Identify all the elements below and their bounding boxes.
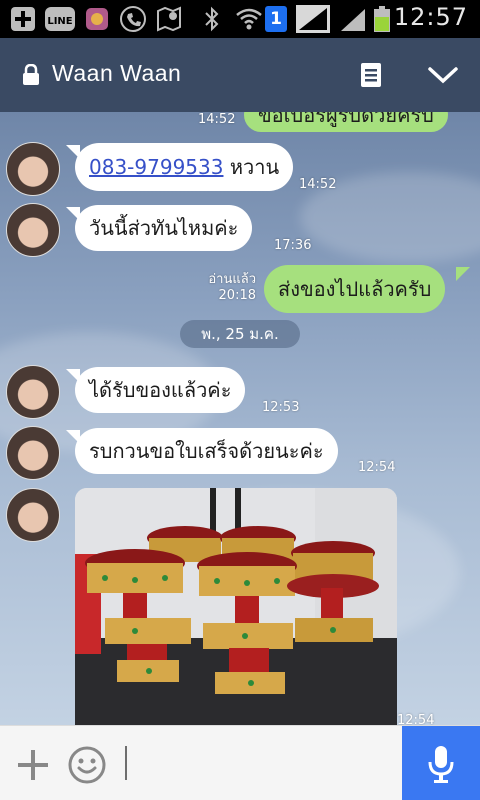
chevron-down-icon[interactable] xyxy=(426,58,460,92)
phone-icon xyxy=(118,4,148,34)
maps-icon xyxy=(154,4,184,34)
status-bar: LINE 1 12:57 xyxy=(0,0,480,38)
chat-header: Waan Waan xyxy=(0,38,480,112)
message-text: ส่งของไปแล้วครับ xyxy=(278,277,432,301)
app-icon xyxy=(84,4,110,34)
plus-icon[interactable] xyxy=(14,746,52,784)
read-receipt: อ่านแล้ว 20:18 xyxy=(190,272,256,304)
smiley-icon[interactable] xyxy=(66,744,108,786)
chat-title: Waan Waan xyxy=(52,60,182,86)
message-time: 20:18 xyxy=(218,288,256,303)
message-time: 14:52 xyxy=(299,177,337,192)
message-bubble-outgoing[interactable]: ส่งของไปแล้วครับ xyxy=(264,265,446,313)
bluetooth-icon xyxy=(200,4,224,34)
read-status: อ่านแล้ว xyxy=(208,272,256,287)
input-cursor xyxy=(125,746,127,780)
message-time: 17:36 xyxy=(274,238,312,253)
message-bubble-incoming[interactable]: วันนี้ส่วทันไหมค่ะ xyxy=(75,205,253,251)
svg-text:LINE: LINE xyxy=(47,16,72,27)
wifi-icon xyxy=(234,4,264,34)
add-icon xyxy=(8,4,38,34)
avatar[interactable] xyxy=(6,488,60,542)
message-text: หวาน xyxy=(229,155,280,179)
line-app-icon: LINE xyxy=(44,4,76,34)
message-bubble-incoming[interactable]: รบกวนขอใบเสร็จด้วยนะค่ะ xyxy=(75,428,338,474)
message-text: ขอเบอร์ผู้รับด้วยครับ xyxy=(258,112,434,127)
avatar[interactable] xyxy=(6,426,60,480)
avatar[interactable] xyxy=(6,142,60,196)
message-time: 12:54 xyxy=(397,713,435,725)
avatar[interactable] xyxy=(6,203,60,257)
microphone-icon[interactable] xyxy=(402,726,480,800)
message-photo[interactable] xyxy=(75,488,397,725)
sim-badge: 1 xyxy=(265,6,287,32)
message-bubble-incoming[interactable]: ได้รับของแล้วค่ะ xyxy=(75,367,246,413)
message-bubble-outgoing[interactable]: ขอเบอร์ผู้รับด้วยครับ xyxy=(244,112,448,132)
avatar[interactable] xyxy=(6,365,60,419)
sim-1-icon: 1 xyxy=(264,4,288,34)
lock-icon xyxy=(22,63,40,90)
chat-area[interactable]: ขอเบอร์ผู้รับด้วยครับ 14:52 083-9799533 … xyxy=(0,112,480,725)
message-bubble-incoming[interactable]: 083-9799533 หวาน xyxy=(75,143,294,191)
battery-icon xyxy=(372,4,392,34)
message-time: 14:52 xyxy=(198,112,236,127)
signal-icon xyxy=(294,4,332,34)
message-text: รบกวนขอใบเสร็จด้วยนะค่ะ xyxy=(89,439,324,463)
phone-link[interactable]: 083-9799533 xyxy=(89,155,223,179)
date-separator: พ., 25 ม.ค. xyxy=(180,320,300,348)
message-time: 12:54 xyxy=(358,460,396,475)
clock: 12:57 xyxy=(393,3,468,31)
message-text: ได้รับของแล้วค่ะ xyxy=(89,378,232,402)
signal-2-icon xyxy=(338,4,368,34)
notes-icon[interactable] xyxy=(354,58,388,92)
message-text: วันนี้ส่วทันไหมค่ะ xyxy=(89,216,239,240)
message-input-bar xyxy=(0,725,480,800)
message-time: 12:53 xyxy=(262,400,300,415)
